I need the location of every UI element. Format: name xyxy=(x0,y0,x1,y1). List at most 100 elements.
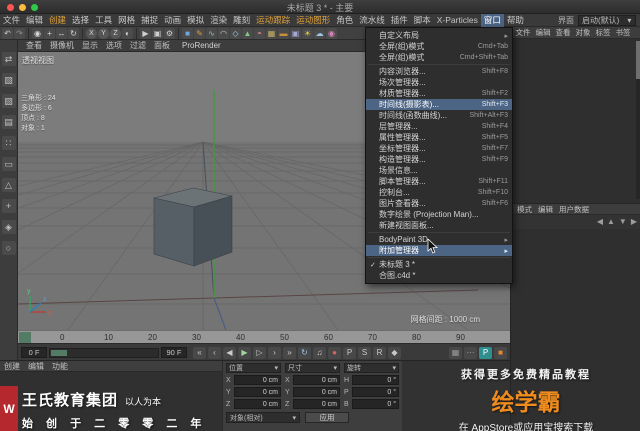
add-floor-icon[interactable]: ▬ xyxy=(278,27,289,39)
sound-button[interactable]: ♫ xyxy=(313,346,326,359)
object-manager-menu-item[interactable]: 书签 xyxy=(613,27,633,38)
coordinate-value-field[interactable]: 0 cm xyxy=(293,387,340,397)
undo-icon[interactable]: ↶ xyxy=(2,27,13,39)
add-array-icon[interactable]: ▦ xyxy=(266,27,277,39)
viewport-menu-item[interactable]: 摄像机 xyxy=(46,40,78,51)
window-menu-item[interactable]: 层管理器... Shift+F4 xyxy=(366,121,512,132)
window-menu-item[interactable]: 场次管理器... xyxy=(366,77,512,88)
nav-arrow-icon[interactable]: ▲ xyxy=(607,217,615,226)
lock-y-icon[interactable]: Y xyxy=(98,27,109,39)
menubar-item[interactable]: 网格 xyxy=(115,14,138,27)
key-rotation-button[interactable]: R xyxy=(373,346,386,359)
goto-end-button[interactable]: » xyxy=(283,346,296,359)
viewport-menu-item[interactable]: 显示 xyxy=(78,40,102,51)
window-menu-item[interactable]: 图片查看器... Shift+F6 xyxy=(366,198,512,209)
render-picture-viewer-icon[interactable]: ▣ xyxy=(152,27,163,39)
menubar-item[interactable]: 创建 xyxy=(46,14,69,27)
menubar-item[interactable]: 渲染 xyxy=(207,14,230,27)
window-menu-item[interactable]: 数字绘景 (Projection Man)... xyxy=(366,209,512,220)
edges-mode-icon[interactable]: ▭ xyxy=(1,157,16,171)
add-spline-icon[interactable]: ∿ xyxy=(206,27,217,39)
window-menu-item[interactable]: ✓ 未标题 3 * xyxy=(366,259,512,270)
add-light-icon[interactable]: ☀ xyxy=(302,27,313,39)
window-menu-item[interactable]: BodyPaint 3D ▸ xyxy=(366,234,512,245)
window-menu-item[interactable]: 脚本管理器... Shift+F11 xyxy=(366,176,512,187)
apply-button[interactable]: 应用 xyxy=(305,412,349,423)
object-manager-menu-item[interactable]: 文件 xyxy=(513,27,533,38)
menubar-item[interactable]: 插件 xyxy=(388,14,411,27)
coordinate-value-field[interactable]: 0 cm xyxy=(234,399,281,409)
cube-object[interactable] xyxy=(153,187,233,267)
prorender-tab[interactable]: ProRender xyxy=(182,41,221,50)
attribute-manager-menu-item[interactable]: 编辑 xyxy=(535,204,556,215)
window-menu-item[interactable]: 附加管理器 ▸ xyxy=(366,245,512,256)
window-menu-item[interactable]: 属性管理器... Shift+F5 xyxy=(366,132,512,143)
texture-mode-icon[interactable]: ▨ xyxy=(1,94,16,108)
next-frame-button[interactable]: ▷ xyxy=(253,346,266,359)
menubar-item[interactable]: 脚本 xyxy=(411,14,434,27)
frame-slider[interactable] xyxy=(49,347,159,358)
snap-icon[interactable]: ◈ xyxy=(1,220,16,234)
menubar-item[interactable]: 文件 xyxy=(0,14,23,27)
layout-select[interactable]: 启动(默认) ▾ xyxy=(578,14,636,26)
key-scale-button[interactable]: S xyxy=(358,346,371,359)
coordinate-value-field[interactable]: 0 cm xyxy=(293,399,340,409)
add-camera-icon[interactable]: ▣ xyxy=(290,27,301,39)
window-menu-item[interactable]: 合图.c4d * xyxy=(366,270,512,281)
live-selection-icon[interactable]: ◉ xyxy=(32,27,43,39)
menubar-item[interactable]: 运动图形 xyxy=(293,14,333,27)
enable-axis-icon[interactable]: + xyxy=(1,199,16,213)
menubar-item[interactable]: 窗口 xyxy=(480,13,504,27)
add-cube-icon[interactable]: ■ xyxy=(182,27,193,39)
scrollbar-thumb[interactable] xyxy=(636,41,640,79)
menubar-item[interactable]: 选择 xyxy=(69,14,92,27)
scrollbar[interactable] xyxy=(636,41,640,199)
nav-arrow-icon[interactable]: ▶ xyxy=(631,217,637,226)
viewport-menu-item[interactable]: 过滤 xyxy=(126,40,150,51)
viewport-menu-item[interactable]: 查看 xyxy=(22,40,46,51)
coordinate-value-field[interactable]: 0 ° xyxy=(352,375,399,385)
coordinate-system-icon[interactable]: ◐ xyxy=(122,27,133,39)
window-menu-item[interactable]: 场景信息... xyxy=(366,165,512,176)
prev-frame-button[interactable]: ◀ xyxy=(223,346,236,359)
move-tool-icon[interactable]: + xyxy=(44,27,55,39)
attribute-manager-menu-item[interactable]: 模式 xyxy=(514,204,535,215)
menubar-item[interactable]: 动画 xyxy=(161,14,184,27)
render-view-icon[interactable]: ▶ xyxy=(140,27,151,39)
object-manager-content[interactable] xyxy=(511,39,640,203)
attribute-manager-menu-item[interactable]: 用户数据 xyxy=(556,204,592,215)
coordinate-value-field[interactable]: 0 cm xyxy=(234,375,281,385)
add-sky-icon[interactable]: ☁ xyxy=(314,27,325,39)
coordinate-value-field[interactable]: 0 ° xyxy=(352,399,399,409)
menubar-item[interactable]: 流水线 xyxy=(356,14,388,27)
window-menu-item[interactable]: 新建视图面板... xyxy=(366,220,512,231)
object-manager-menu-item[interactable]: 标签 xyxy=(593,27,613,38)
nav-arrow-icon[interactable]: ◀ xyxy=(597,217,603,226)
menubar-item[interactable]: 运动跟踪 xyxy=(253,14,293,27)
coordinate-column-header[interactable]: 旋转 ▾ xyxy=(344,363,399,373)
window-menu-item[interactable]: 全屏(组)模式 Cmd+Shift+Tab xyxy=(366,52,512,63)
window-menu-item[interactable]: 构造管理器... Shift+F9 xyxy=(366,154,512,165)
object-manager-menu-item[interactable]: 查看 xyxy=(553,27,573,38)
window-menu-item[interactable]: 全屏(组)模式 Cmd+Tab xyxy=(366,41,512,52)
rotate-tool-icon[interactable]: ↻ xyxy=(68,27,79,39)
menubar-item[interactable]: X-Particles xyxy=(434,14,481,27)
coordinate-value-field[interactable]: 0 ° xyxy=(352,387,399,397)
end-frame-field[interactable]: 90 F xyxy=(161,347,187,358)
menubar-item[interactable]: 雕刻 xyxy=(230,14,253,27)
prorender-badge[interactable]: P xyxy=(479,346,492,359)
window-menu-item[interactable]: 自定义布局 ▸ xyxy=(366,30,512,41)
material-manager-menu-item[interactable]: 创建 xyxy=(4,361,20,372)
window-menu-item[interactable]: 坐标管理器... Shift+F7 xyxy=(366,143,512,154)
menubar-item[interactable]: 帮助 xyxy=(504,14,527,27)
polygons-mode-icon[interactable]: △ xyxy=(1,178,16,192)
add-subdivision-icon[interactable]: ◇ xyxy=(230,27,241,39)
menubar-item[interactable]: 角色 xyxy=(333,14,356,27)
play-button[interactable]: ▶ xyxy=(238,346,251,359)
lock-z-icon[interactable]: Z xyxy=(110,27,121,39)
loop-button[interactable]: ↻ xyxy=(298,346,311,359)
add-boolean-icon[interactable]: ◓ xyxy=(254,27,265,39)
viewport-title[interactable]: 透视视图 xyxy=(22,55,54,66)
points-mode-icon[interactable]: ∷ xyxy=(1,136,16,150)
workplane-mode-icon[interactable]: ▤ xyxy=(1,115,16,129)
